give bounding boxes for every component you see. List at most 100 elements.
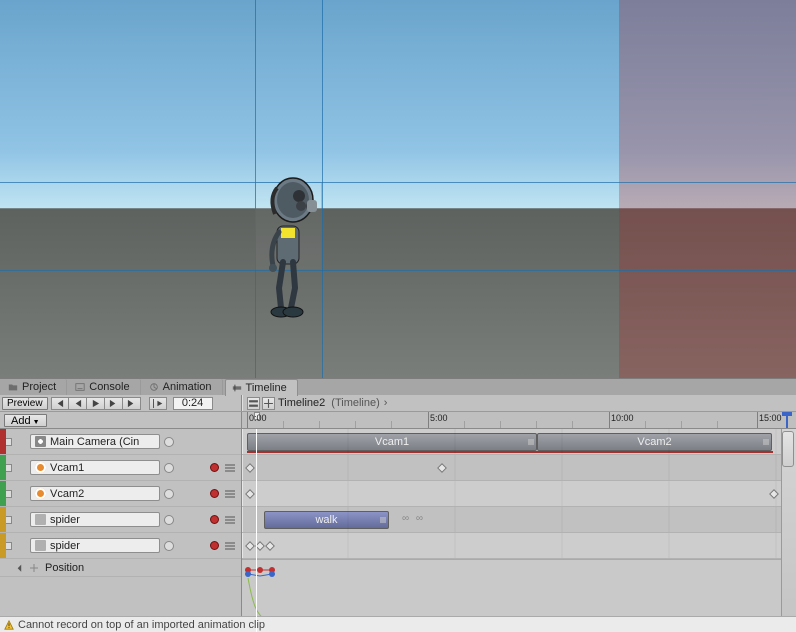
track-label: Main Camera (Cin — [50, 436, 139, 448]
track-options-button[interactable] — [223, 487, 237, 501]
next-frame-button[interactable] — [105, 397, 123, 410]
ruler-label-15: 15:00 — [759, 413, 782, 423]
clip-label: Vcam1 — [375, 436, 409, 448]
binding-picker[interactable] — [164, 437, 174, 447]
lane-vcam2[interactable] — [242, 481, 782, 507]
lane-spider-anim[interactable]: walk ∞ ∞ — [242, 507, 782, 533]
track-binding-chip[interactable]: Vcam1 — [30, 460, 160, 475]
gameobject-icon — [35, 462, 46, 473]
clip-walk[interactable]: walk — [264, 511, 389, 529]
keyframe-marker[interactable] — [437, 463, 447, 473]
track-binding-chip[interactable]: Vcam2 — [30, 486, 160, 501]
track-lock-toggle[interactable] — [4, 542, 12, 550]
keyframe-marker[interactable] — [245, 489, 255, 499]
current-frame-value: 0:24 — [182, 397, 203, 409]
curve-key[interactable] — [245, 571, 251, 577]
track-options-button[interactable] — [223, 513, 237, 527]
track-lock-toggle[interactable] — [4, 438, 12, 446]
asset-name: Timeline2 — [277, 397, 326, 409]
current-frame-field[interactable]: 0:24 — [173, 397, 213, 410]
track-options-button[interactable] — [223, 461, 237, 475]
time-ruler[interactable]: 0:00 5:00 10:00 15:00 — [242, 412, 796, 428]
track-vcam2[interactable]: Vcam2 — [0, 481, 241, 507]
clip-vcam2[interactable]: Vcam2 — [537, 433, 772, 451]
scene-overlay — [0, 0, 796, 378]
keyframe-marker[interactable] — [265, 541, 275, 551]
ruler-label-10: 10:00 — [611, 413, 634, 423]
mix-mode-button[interactable] — [262, 397, 275, 410]
tab-project[interactable]: Project — [2, 379, 67, 395]
curve-key[interactable] — [257, 567, 263, 573]
ruler-label-0: 0:00 — [249, 413, 267, 423]
add-track-label: Add — [11, 415, 31, 427]
track-binding-chip[interactable]: spider — [30, 512, 160, 527]
ruler-end-marker[interactable] — [782, 412, 792, 428]
chevron-right-icon: › — [381, 397, 391, 409]
status-bar: Cannot record on top of an imported anim… — [0, 616, 796, 632]
track-lock-toggle[interactable] — [4, 516, 12, 524]
track-main-camera[interactable]: Main Camera (Cin — [0, 429, 241, 455]
record-button[interactable] — [210, 541, 219, 550]
record-button[interactable] — [210, 463, 219, 472]
playhead-line[interactable] — [256, 429, 257, 632]
play-button[interactable] — [87, 397, 105, 410]
play-range-button[interactable] — [149, 397, 167, 410]
tab-label: Timeline — [246, 382, 287, 394]
binding-picker[interactable] — [164, 463, 174, 473]
asset-breadcrumb[interactable]: Timeline2 (Timeline) › — [277, 397, 390, 409]
keyframe-marker[interactable] — [245, 541, 255, 551]
record-button[interactable] — [210, 515, 219, 524]
gameobject-icon — [35, 514, 46, 525]
keyframe-marker[interactable] — [769, 489, 779, 499]
lane-spider-curves[interactable] — [242, 533, 782, 559]
track-lock-toggle[interactable] — [4, 464, 12, 472]
binding-picker[interactable] — [164, 489, 174, 499]
goto-end-button[interactable] — [123, 397, 141, 410]
animation-icon — [149, 382, 159, 392]
tab-label: Animation — [163, 381, 212, 393]
timeline-header: Preview 0:24 Timeline2 (Timeline) › — [0, 395, 796, 412]
track-lock-toggle[interactable] — [4, 490, 12, 498]
folder-icon — [8, 382, 18, 392]
track-spider-curves[interactable]: spider — [0, 533, 241, 559]
lane-vcam1[interactable] — [242, 455, 782, 481]
vertical-scrollbar-thumb[interactable] — [782, 431, 794, 467]
binding-picker[interactable] — [164, 515, 174, 525]
gameobject-icon — [35, 540, 46, 551]
track-label: Vcam2 — [50, 488, 84, 500]
transform-icon — [29, 563, 39, 573]
tab-animation[interactable]: Animation — [143, 379, 223, 395]
camera-deadzone — [619, 0, 796, 378]
character-sprite — [259, 170, 327, 323]
tab-label: Project — [22, 381, 56, 393]
timeline-asset-header: Timeline2 (Timeline) › — [242, 395, 796, 411]
track-list: Main Camera (Cin Vcam1 Vcam2 spider — [0, 429, 242, 632]
infinite-loop-icon: ∞ ∞ — [402, 513, 425, 524]
add-track-button[interactable]: Add▼ — [4, 414, 47, 427]
binding-picker[interactable] — [164, 541, 174, 551]
track-label: Vcam1 — [50, 462, 84, 474]
clips-area[interactable]: Vcam1 Vcam2 walk ∞ ∞ — [242, 429, 796, 632]
track-spider-anim[interactable]: spider — [0, 507, 241, 533]
clip-vcam1[interactable]: Vcam1 — [247, 433, 537, 451]
tab-console[interactable]: Console — [69, 379, 140, 395]
keyframe-marker[interactable] — [245, 463, 255, 473]
transport-controls: Preview 0:24 — [0, 395, 242, 411]
foldout-icon[interactable] — [18, 565, 25, 572]
prev-frame-button[interactable] — [69, 397, 87, 410]
tab-timeline[interactable]: Timeline — [225, 379, 298, 396]
status-message: Cannot record on top of an imported anim… — [18, 619, 265, 631]
clip-mode-button[interactable] — [247, 397, 260, 410]
record-button[interactable] — [210, 489, 219, 498]
track-vcam1[interactable]: Vcam1 — [0, 455, 241, 481]
track-options-button[interactable] — [223, 539, 237, 553]
curve-key[interactable] — [269, 571, 275, 577]
track-binding-chip[interactable]: spider — [30, 538, 160, 553]
goto-start-button[interactable] — [51, 397, 69, 410]
preview-button[interactable]: Preview — [2, 397, 48, 410]
track-binding-chip[interactable]: Main Camera (Cin — [30, 434, 160, 449]
scene-viewport[interactable] — [0, 0, 796, 378]
camera-icon — [35, 436, 46, 447]
lane-main-camera[interactable]: Vcam1 Vcam2 — [242, 429, 782, 455]
track-property-position[interactable]: Position — [0, 559, 241, 577]
